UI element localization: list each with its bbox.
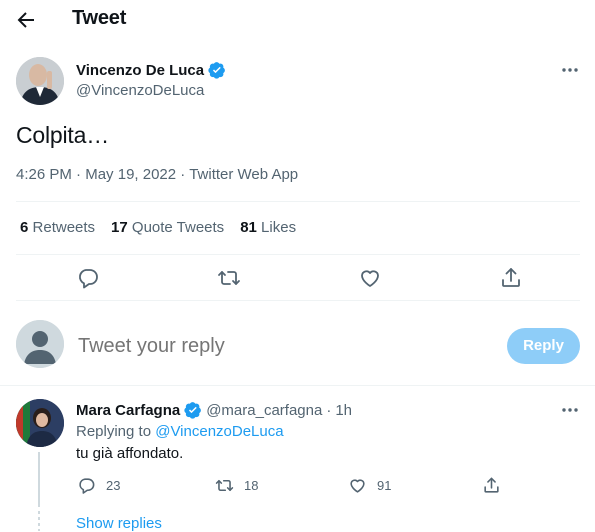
reply-action-bar: 23 18 91 (0, 476, 595, 496)
tweet-source[interactable]: Twitter Web App (189, 166, 298, 183)
replying-to-link[interactable]: @VincenzoDeLuca (155, 423, 283, 440)
divider (0, 385, 595, 386)
tweet-time[interactable]: 4:26 PM (16, 166, 72, 183)
meta-separator: · (180, 166, 186, 183)
reply-icon[interactable] (77, 476, 96, 495)
reply-share-action[interactable] (482, 476, 501, 495)
reply-button[interactable]: Reply (507, 328, 580, 364)
reply-header: Mara Carfagna @mara_carfagna · 1h (76, 401, 352, 419)
like-icon[interactable] (358, 266, 382, 290)
meta-separator: · (326, 401, 332, 419)
divider (16, 201, 580, 202)
divider (16, 254, 580, 255)
replying-to-label: Replying to (76, 423, 152, 440)
verified-badge-icon (184, 401, 202, 419)
quote-tweets-stat[interactable]: 17 Quote Tweets (111, 219, 224, 236)
tweet-stats: 6 Retweets 17 Quote Tweets 81 Likes (20, 219, 296, 236)
top-bar: Tweet (0, 0, 595, 40)
author-name-row[interactable]: Vincenzo De Luca (76, 61, 226, 79)
back-arrow-icon[interactable] (14, 8, 38, 32)
retweet-count: 18 (244, 478, 259, 493)
replying-to: Replying to @VincenzoDeLuca (76, 423, 284, 440)
page-title: Tweet (72, 7, 127, 29)
reply-count: 23 (106, 478, 121, 493)
like-count: 91 (377, 478, 392, 493)
retweets-stat[interactable]: 6 Retweets (20, 219, 95, 236)
more-icon[interactable] (560, 62, 580, 78)
reply-reply-action[interactable]: 23 (77, 476, 120, 495)
reply-input[interactable] (78, 335, 478, 358)
tweet-date[interactable]: May 19, 2022 (85, 166, 176, 183)
retweet-icon[interactable] (217, 266, 241, 290)
author-handle[interactable]: @VincenzoDeLuca (76, 82, 204, 99)
reply-author-avatar[interactable] (16, 399, 64, 447)
reply-author-name[interactable]: Mara Carfagna (76, 402, 180, 419)
verified-badge-icon (208, 61, 226, 79)
reply-retweet-action[interactable]: 18 (215, 476, 258, 495)
thread-dots (38, 511, 40, 531)
divider (16, 300, 580, 301)
more-icon[interactable] (560, 402, 580, 418)
tweet-meta: 4:26 PM · May 19, 2022 · Twitter Web App (16, 166, 298, 183)
reply-icon[interactable] (76, 266, 100, 290)
author-name[interactable]: Vincenzo De Luca (76, 62, 204, 79)
retweet-icon[interactable] (215, 476, 234, 495)
tweet-text: Colpita… (16, 122, 109, 148)
tweet-action-bar (0, 266, 595, 290)
show-replies-link[interactable]: Show replies (76, 515, 162, 532)
share-icon[interactable] (482, 476, 501, 495)
reply-like-action[interactable]: 91 (348, 476, 391, 495)
like-icon[interactable] (348, 476, 367, 495)
user-avatar[interactable] (16, 320, 64, 368)
reply-text: tu già affondato. (76, 445, 184, 462)
share-icon[interactable] (499, 266, 523, 290)
reply-time[interactable]: 1h (335, 402, 352, 419)
author-avatar[interactable] (16, 57, 64, 105)
reply-author-handle[interactable]: @mara_carfagna (206, 402, 322, 419)
meta-separator: · (76, 166, 82, 183)
likes-stat[interactable]: 81 Likes (240, 219, 296, 236)
